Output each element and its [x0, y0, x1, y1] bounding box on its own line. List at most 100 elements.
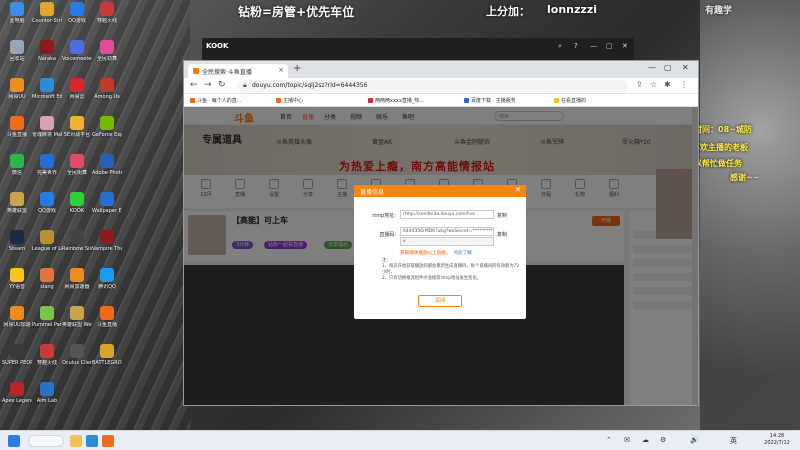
- menu-icon[interactable]: ⋮: [680, 80, 688, 89]
- stream-code-select[interactable]: v: [400, 237, 494, 246]
- modal-close-icon[interactable]: ✕: [515, 186, 521, 194]
- kook-close-icon[interactable]: ✕: [622, 42, 628, 50]
- stream-code-label: 直播码:: [379, 232, 396, 238]
- stream-code-field[interactable]: 6444356rMDK?ukg?wsSecret=**********: [400, 227, 494, 236]
- start-windows-icon[interactable]: [8, 435, 20, 447]
- desktop-icon[interactable]: 回收站: [2, 40, 32, 62]
- desktop-icon[interactable]: YY语音: [2, 268, 32, 290]
- bookmark-item[interactable]: 百度下载 · 主播服务: [464, 97, 516, 104]
- desktop-icon[interactable]: Counter-Strike: [32, 2, 62, 24]
- desktop-icon[interactable]: Rainbow Six: [62, 230, 92, 252]
- desktop-icon[interactable]: QQ游戏: [32, 192, 62, 214]
- desktop-icon-label: 网易云: [69, 94, 85, 100]
- desktop-icon[interactable]: Wallpaper Engine: [92, 192, 122, 214]
- desktop-icon[interactable]: Aim Lab: [32, 382, 62, 404]
- desktop-icon[interactable]: Naraka: [32, 40, 62, 62]
- app-icon: [40, 230, 54, 244]
- tray-settings-icon[interactable]: ⚙: [660, 436, 666, 444]
- desktop-icon[interactable]: Microsoft Edge: [32, 78, 62, 100]
- file-explorer-icon[interactable]: [70, 435, 82, 447]
- desktop-icon[interactable]: 全民劲舞: [92, 40, 122, 62]
- help-link[interactable]: 点此了解: [454, 251, 472, 256]
- bookmark-item[interactable]: 在看直播的: [554, 97, 586, 104]
- kook-maximize-icon[interactable]: ▢: [606, 42, 613, 50]
- bookmark-item[interactable]: 斗鱼 · 每个人的直...: [190, 97, 242, 104]
- desktop-icon[interactable]: 雀魂麻将 Mahjong: [32, 116, 62, 138]
- desktop-icon-label: 全民街舞: [66, 170, 87, 176]
- desktop-icon[interactable]: Adobe Photoshop: [92, 154, 122, 176]
- desktop-icon[interactable]: Apex Legends: [2, 382, 32, 404]
- app-icon: [40, 78, 54, 92]
- kook-search-icon[interactable]: ⌕: [558, 42, 562, 51]
- desktop-icon[interactable]: 5E对战平台: [62, 116, 92, 138]
- app-icon: [70, 154, 84, 168]
- desktop-icon[interactable]: QQ游戏: [62, 2, 92, 24]
- desktop-icon[interactable]: 英雄联盟: [2, 192, 32, 214]
- copy-stream-code-button[interactable]: 复制: [497, 231, 507, 238]
- tray-cloud-icon[interactable]: ☁: [642, 436, 649, 444]
- desktop-icon[interactable]: 此电脑: [2, 2, 32, 24]
- desktop-icon[interactable]: 微信: [2, 154, 32, 176]
- desktop-icon[interactable]: GeForce Experience: [92, 116, 122, 138]
- tray-chevron-icon[interactable]: ⌃: [606, 436, 612, 444]
- browser-minimize-icon[interactable]: —: [648, 63, 656, 72]
- taskbar-clock[interactable]: 14:28 2022/7/12: [758, 433, 796, 447]
- desktop-icon[interactable]: 网易云: [62, 78, 92, 100]
- desktop-icon[interactable]: 英雄联盟 WeGame: [62, 306, 92, 328]
- bookmark-label: 两两两xxxx直播_热...: [375, 98, 425, 104]
- bookmark-item[interactable]: 两两两xxxx直播_热...: [368, 97, 424, 104]
- desktop-icon[interactable]: 完美世界: [32, 154, 62, 176]
- bookmark-label: 在看直播的: [561, 98, 587, 104]
- bookmark-favicon-icon: [464, 98, 469, 103]
- app-icon: [40, 40, 54, 54]
- tray-mail-icon[interactable]: ✉: [624, 436, 630, 444]
- desktop-icon[interactable]: 网易加速器: [62, 268, 92, 290]
- overlay-top-center: 钻粉=房管+优先车位: [238, 5, 355, 19]
- douyu-taskbar-icon[interactable]: [102, 435, 114, 447]
- desktop-icon[interactable]: Among Us: [92, 78, 122, 100]
- desktop-icon[interactable]: BATTLEGROUNDS: [92, 344, 122, 366]
- rtmp-address-field[interactable]: rtmp://sendtc3a.douyu.com/live: [400, 210, 494, 219]
- app-icon: [70, 2, 84, 16]
- desktop-icon[interactable]: SUPER PEOPLE CBT: [2, 344, 32, 366]
- desktop-icon[interactable]: League of Legends: [32, 230, 62, 252]
- tab-close-icon[interactable]: ×: [278, 66, 284, 74]
- desktop-icon[interactable]: 网易UU加速: [2, 306, 32, 328]
- desktop-icon[interactable]: 全民街舞: [62, 154, 92, 176]
- forward-icon[interactable]: →: [204, 80, 212, 90]
- tray-volume-icon[interactable]: 🔊: [690, 436, 699, 444]
- desktop-icon[interactable]: 斗鱼直播: [2, 116, 32, 138]
- desktop-icon[interactable]: 斗鱼直播: [92, 306, 122, 328]
- desktop-icon[interactable]: 网易UU: [2, 78, 32, 100]
- kook-help-icon[interactable]: ?: [574, 42, 578, 50]
- chrome-icon[interactable]: [86, 435, 98, 447]
- browser-tab[interactable]: 全民搜索·斗鱼直播 ×: [188, 64, 288, 78]
- close-button[interactable]: 关闭: [418, 295, 462, 307]
- new-tab-icon[interactable]: +: [293, 63, 301, 74]
- bookmark-star-icon[interactable]: ☆: [650, 80, 657, 89]
- kook-minimize-icon[interactable]: —: [590, 42, 597, 50]
- desktop-icon-label: 斗鱼直播: [6, 132, 27, 138]
- reload-icon[interactable]: ↻: [218, 80, 226, 90]
- bookmark-item[interactable]: 主播中心: [276, 97, 303, 104]
- desktop-icon[interactable]: Steam: [2, 230, 32, 252]
- desktop-icon[interactable]: 腾讯QQ: [92, 268, 122, 290]
- tray-ime-icon[interactable]: 英: [730, 436, 737, 446]
- desktop-icon[interactable]: 穿越火线: [92, 2, 122, 24]
- desktop-icon[interactable]: 穿越火线: [32, 344, 62, 366]
- desktop-icon[interactable]: Pummel Party: [32, 306, 62, 328]
- browser-maximize-icon[interactable]: ▢: [664, 63, 672, 72]
- kook-window[interactable]: KOOK ⌕ ? — ▢ ✕: [202, 38, 634, 60]
- desktop-icon[interactable]: Vampire The Masq: [92, 230, 122, 252]
- browser-close-icon[interactable]: ✕: [682, 63, 689, 72]
- back-icon[interactable]: ←: [190, 80, 198, 90]
- desktop-icon[interactable]: slang: [32, 268, 62, 290]
- desktop-icon[interactable]: KOOK: [62, 192, 92, 214]
- url-input[interactable]: 🔒︎ douyu.com/topic/sqlj2sz?rid=6444356: [238, 80, 628, 92]
- share-icon[interactable]: ⇪: [636, 80, 643, 89]
- extensions-icon[interactable]: ✱: [664, 80, 671, 89]
- desktop-icon[interactable]: Voicemeeter Banana: [62, 40, 92, 62]
- desktop-icon[interactable]: Oculus Client: [62, 344, 92, 366]
- taskbar-search-input[interactable]: [28, 435, 64, 447]
- copy-rtmp-button[interactable]: 复制: [497, 212, 507, 219]
